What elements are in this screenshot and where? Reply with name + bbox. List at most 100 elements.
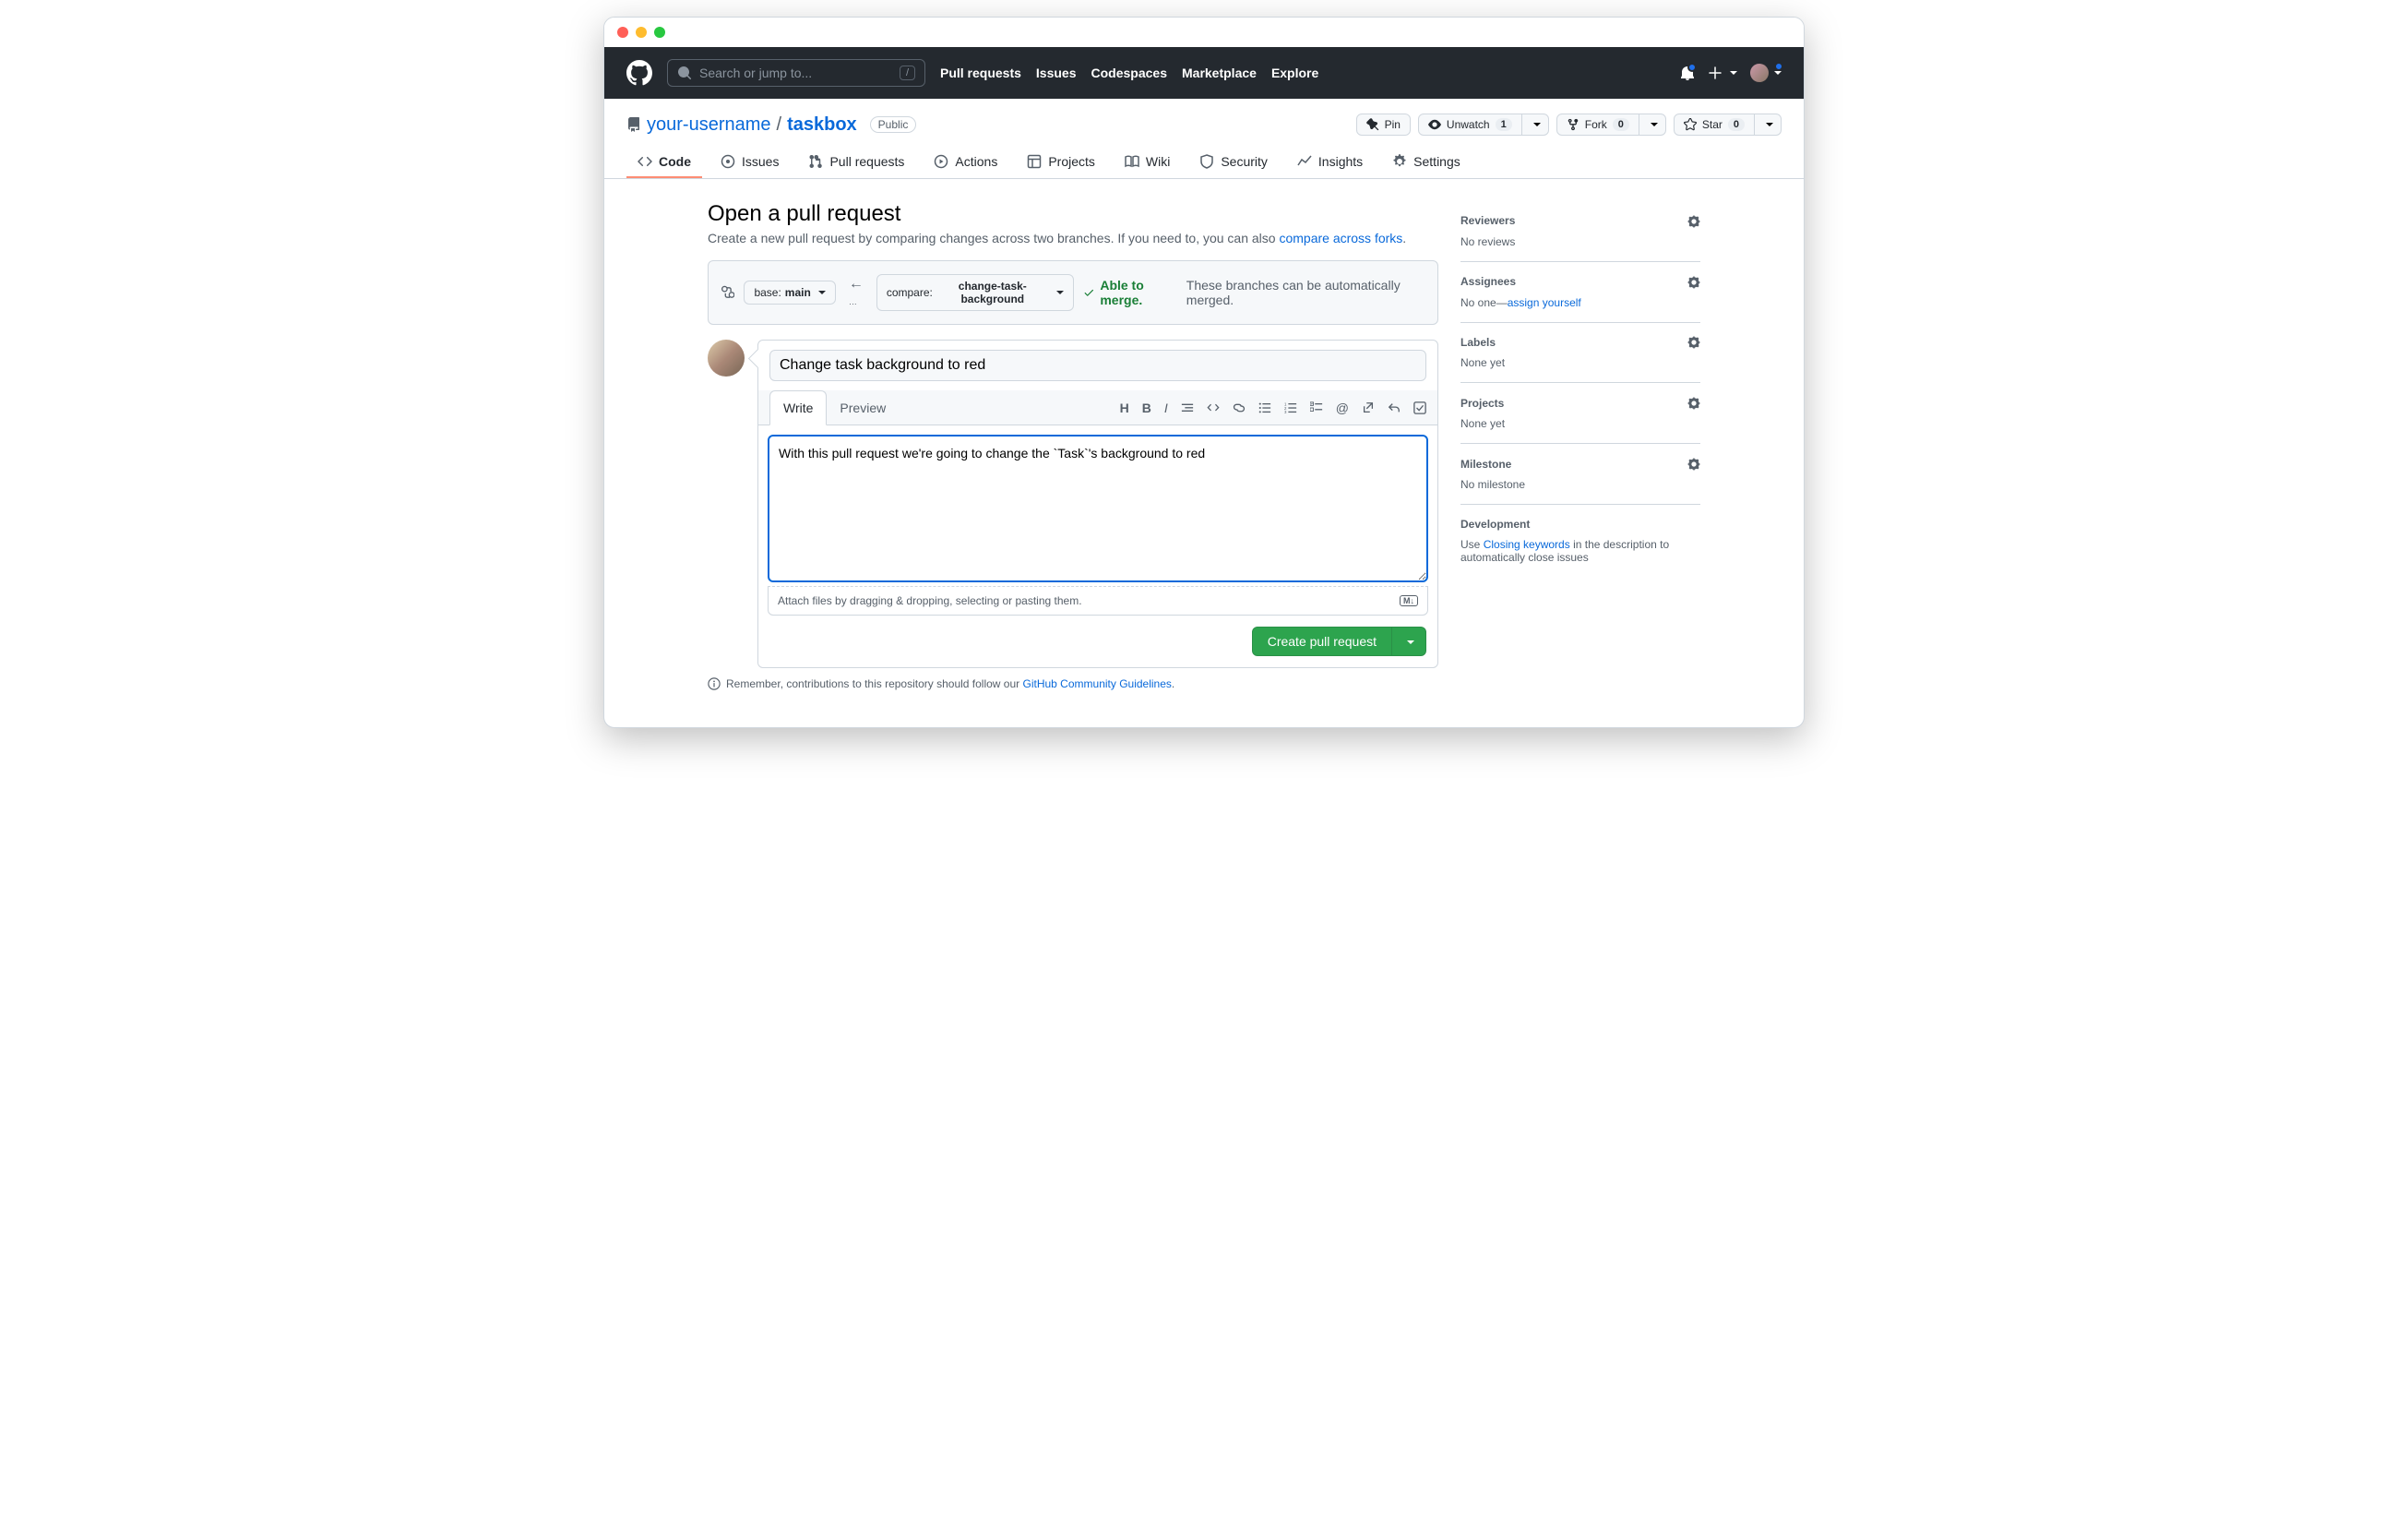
- pr-body-textarea[interactable]: [768, 435, 1428, 582]
- star-button[interactable]: Star 0: [1674, 114, 1755, 136]
- git-compare-icon: [721, 285, 734, 300]
- star-dropdown[interactable]: [1755, 114, 1782, 136]
- cross-reference-icon[interactable]: [1362, 401, 1375, 415]
- nav-issues[interactable]: Issues: [1036, 66, 1077, 80]
- tab-actions[interactable]: Actions: [923, 147, 1008, 178]
- avatar-dot: [1774, 62, 1783, 71]
- check-icon: [1083, 286, 1095, 299]
- nav-explore[interactable]: Explore: [1271, 66, 1318, 80]
- create-new-dropdown[interactable]: [1708, 65, 1737, 81]
- milestone-gear-icon[interactable]: [1687, 457, 1700, 471]
- preview-tab[interactable]: Preview: [827, 391, 899, 425]
- unwatch-dropdown[interactable]: [1522, 114, 1549, 136]
- code-icon[interactable]: [1207, 401, 1220, 415]
- window-close-dot[interactable]: [617, 27, 628, 38]
- create-pr-button[interactable]: Create pull request: [1252, 627, 1392, 656]
- global-nav: Pull requests Issues Codespaces Marketpl…: [940, 66, 1318, 80]
- footnote: Remember, contributions to this reposito…: [708, 677, 1438, 690]
- star-count: 0: [1728, 118, 1745, 131]
- merge-status: Able to merge. These branches can be aut…: [1083, 278, 1425, 307]
- reviewers-value: No reviews: [1460, 235, 1700, 248]
- unordered-list-icon[interactable]: [1258, 401, 1271, 415]
- fork-button[interactable]: Fork 0: [1556, 114, 1639, 136]
- attach-hint-bar[interactable]: Attach files by dragging & dropping, sel…: [768, 586, 1428, 616]
- nav-marketplace[interactable]: Marketplace: [1182, 66, 1257, 80]
- ordered-list-icon[interactable]: 123: [1284, 401, 1297, 415]
- arrow-left-icon: ←…: [845, 276, 867, 309]
- tab-pull-requests[interactable]: Pull requests: [797, 147, 915, 178]
- guidelines-link[interactable]: GitHub Community Guidelines: [1023, 677, 1172, 690]
- task-list-icon[interactable]: [1310, 401, 1323, 415]
- unwatch-count: 1: [1496, 118, 1512, 131]
- repo-tabs: Code Issues Pull requests Actions Projec…: [626, 147, 1782, 178]
- tab-security[interactable]: Security: [1188, 147, 1279, 178]
- info-icon: [708, 677, 721, 690]
- projects-gear-icon[interactable]: [1687, 396, 1700, 410]
- search-shortcut-badge: /: [900, 66, 915, 80]
- bold-icon[interactable]: B: [1142, 401, 1151, 415]
- notifications-icon[interactable]: [1680, 65, 1695, 81]
- fork-count: 0: [1613, 118, 1629, 131]
- milestone-heading: Milestone: [1460, 458, 1511, 471]
- labels-gear-icon[interactable]: [1687, 336, 1700, 350]
- heading-icon[interactable]: H: [1120, 401, 1129, 415]
- reply-icon[interactable]: [1388, 401, 1401, 415]
- tab-issues[interactable]: Issues: [709, 147, 790, 178]
- assign-yourself-link[interactable]: assign yourself: [1508, 296, 1581, 309]
- pr-title-input[interactable]: [769, 350, 1426, 381]
- tab-projects[interactable]: Projects: [1016, 147, 1106, 178]
- avatar-icon: [1750, 64, 1769, 82]
- nav-pull-requests[interactable]: Pull requests: [940, 66, 1021, 80]
- page-subtitle: Create a new pull request by comparing c…: [708, 231, 1438, 245]
- repo-visibility-badge: Public: [870, 116, 917, 133]
- repo-header: your-username / taskbox Public Pin Unwat…: [604, 99, 1804, 179]
- labels-heading: Labels: [1460, 336, 1496, 349]
- tab-wiki[interactable]: Wiki: [1114, 147, 1181, 178]
- compare-branch-selector[interactable]: compare: change-task-background: [876, 274, 1074, 311]
- assignees-heading: Assignees: [1460, 275, 1516, 288]
- search-placeholder: Search or jump to...: [699, 66, 812, 80]
- star-label: Star: [1702, 118, 1723, 131]
- base-branch-selector[interactable]: base: main: [744, 281, 835, 305]
- tab-code[interactable]: Code: [626, 147, 702, 178]
- link-icon[interactable]: [1233, 401, 1246, 415]
- italic-icon[interactable]: I: [1164, 401, 1168, 415]
- markdown-icon[interactable]: M↓: [1400, 595, 1418, 606]
- page-title: Open a pull request: [708, 201, 1438, 227]
- create-pr-dropdown[interactable]: [1392, 627, 1426, 656]
- tab-settings[interactable]: Settings: [1381, 147, 1472, 178]
- nav-codespaces[interactable]: Codespaces: [1091, 66, 1167, 80]
- window-minimize-dot[interactable]: [636, 27, 647, 38]
- window-zoom-dot[interactable]: [654, 27, 665, 38]
- pin-button[interactable]: Pin: [1356, 114, 1411, 136]
- user-avatar-dropdown[interactable]: [1750, 64, 1782, 82]
- repo-owner-link[interactable]: your-username: [647, 114, 771, 136]
- global-search-input[interactable]: Search or jump to... /: [667, 59, 925, 87]
- author-avatar: [708, 340, 745, 377]
- repo-breadcrumb: your-username / taskbox Public: [626, 114, 916, 136]
- global-header: Search or jump to... / Pull requests Iss…: [604, 47, 1804, 99]
- write-tab[interactable]: Write: [769, 390, 827, 425]
- development-heading: Development: [1460, 518, 1530, 531]
- compare-box: base: main ←… compare: change-task-backg…: [708, 260, 1438, 325]
- compose-box: Write Preview H B I 123 @: [757, 340, 1438, 668]
- projects-heading: Projects: [1460, 397, 1504, 410]
- unwatch-label: Unwatch: [1447, 118, 1490, 131]
- closing-keywords-link[interactable]: Closing keywords: [1484, 538, 1570, 551]
- github-logo-icon[interactable]: [626, 60, 652, 86]
- tab-insights[interactable]: Insights: [1286, 147, 1374, 178]
- milestone-value: No milestone: [1460, 478, 1700, 491]
- repo-name-link[interactable]: taskbox: [787, 114, 857, 136]
- reviewers-gear-icon[interactable]: [1687, 214, 1700, 228]
- compare-forks-link[interactable]: compare across forks: [1279, 231, 1402, 245]
- notification-dot: [1687, 63, 1697, 72]
- assignees-gear-icon[interactable]: [1687, 275, 1700, 289]
- projects-value: None yet: [1460, 417, 1700, 430]
- sidebar: Reviewers No reviews Assignees No one—as…: [1460, 201, 1700, 690]
- mention-icon[interactable]: @: [1336, 401, 1349, 415]
- saved-replies-icon[interactable]: [1413, 401, 1426, 415]
- pin-label: Pin: [1385, 118, 1401, 131]
- unwatch-button[interactable]: Unwatch 1: [1418, 114, 1522, 136]
- quote-icon[interactable]: [1181, 401, 1194, 415]
- fork-dropdown[interactable]: [1639, 114, 1666, 136]
